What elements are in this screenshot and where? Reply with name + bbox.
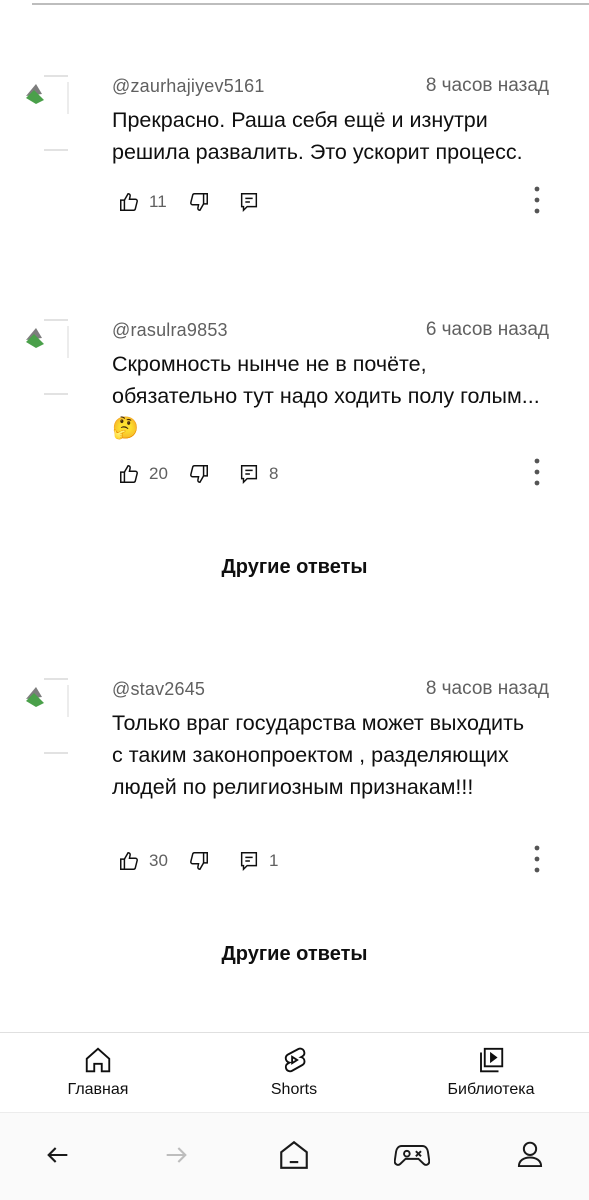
comment-meta: @stav2645 8 часов назад bbox=[112, 677, 549, 701]
thumbs-up-icon bbox=[120, 852, 138, 870]
reply-count: 8 bbox=[269, 464, 279, 483]
system-home-icon bbox=[280, 1140, 308, 1169]
dislike-button[interactable] bbox=[188, 463, 238, 485]
system-navigation-bar bbox=[0, 1112, 589, 1200]
comment-actions: 11 bbox=[118, 186, 549, 216]
comment-author[interactable]: @rasulra9853 bbox=[112, 320, 228, 341]
home-icon bbox=[85, 1047, 111, 1073]
profile-button[interactable] bbox=[510, 1135, 550, 1175]
comment-text: Скромность нынче не в почёте, обязательн… bbox=[112, 352, 540, 440]
top-divider bbox=[0, 0, 589, 8]
more-vertical-icon bbox=[534, 845, 540, 873]
gamepad-icon bbox=[394, 1145, 430, 1166]
comment-time[interactable]: 8 часов назад bbox=[426, 75, 549, 97]
more-button[interactable] bbox=[525, 182, 549, 218]
like-count: 20 bbox=[149, 464, 168, 483]
avatar[interactable] bbox=[22, 677, 70, 757]
thumbs-up-icon bbox=[120, 465, 138, 483]
like-button[interactable]: 30 bbox=[118, 850, 188, 872]
thumbs-down-icon bbox=[190, 852, 208, 870]
like-count: 30 bbox=[149, 851, 168, 870]
comment-author[interactable]: @zaurhajiyev5161 bbox=[112, 76, 265, 97]
profile-icon bbox=[517, 1141, 543, 1168]
tab-library-label: Библиотека bbox=[447, 1081, 535, 1098]
avatar[interactable] bbox=[22, 318, 70, 398]
more-vertical-icon bbox=[534, 186, 540, 214]
reply-comment-icon bbox=[240, 465, 258, 485]
more-button[interactable] bbox=[525, 841, 549, 877]
comment: @zaurhajiyev5161 8 часов назад Прекрасно… bbox=[0, 74, 589, 224]
forward-button[interactable] bbox=[156, 1135, 196, 1175]
comment-text: Прекрасно. Раша себя ещё и изнутри решил… bbox=[112, 108, 523, 164]
library-icon bbox=[480, 1047, 504, 1073]
like-button[interactable]: 20 bbox=[118, 463, 188, 485]
comment-time[interactable]: 8 часов назад bbox=[426, 678, 549, 700]
other-replies-button[interactable]: Другие ответы bbox=[0, 943, 589, 966]
tab-shorts-label: Shorts bbox=[270, 1081, 318, 1098]
dislike-button[interactable] bbox=[188, 191, 238, 213]
back-button[interactable] bbox=[38, 1135, 78, 1175]
tab-home-label: Главная bbox=[67, 1081, 129, 1098]
more-vertical-icon bbox=[534, 458, 540, 486]
dislike-button[interactable] bbox=[188, 850, 238, 872]
comment-author[interactable]: @stav2645 bbox=[112, 679, 205, 700]
reply-comment-icon bbox=[240, 193, 258, 213]
avatar[interactable] bbox=[22, 74, 70, 154]
bottom-navigation: Главная Shorts Библиотека bbox=[0, 1032, 589, 1112]
comment: @stav2645 8 часов назад Только враг госу… bbox=[0, 677, 589, 887]
thumbs-down-icon bbox=[190, 193, 208, 211]
reply-button[interactable]: 1 bbox=[238, 850, 318, 872]
back-arrow-icon bbox=[47, 1147, 68, 1163]
system-home-button[interactable] bbox=[274, 1135, 314, 1175]
reply-button[interactable] bbox=[238, 191, 318, 213]
reply-count: 1 bbox=[269, 851, 279, 870]
tab-library[interactable]: Библиотека bbox=[436, 1045, 546, 1099]
tab-home[interactable]: Главная bbox=[60, 1045, 136, 1099]
more-button[interactable] bbox=[525, 454, 549, 490]
comment: @rasulra9853 6 часов назад Скромность ны… bbox=[0, 318, 589, 498]
shorts-icon bbox=[284, 1047, 306, 1073]
comment-meta: @rasulra9853 6 часов назад bbox=[112, 318, 549, 342]
comment-time[interactable]: 6 часов назад bbox=[426, 319, 549, 341]
reply-button[interactable]: 8 bbox=[238, 463, 318, 485]
tab-shorts[interactable]: Shorts bbox=[256, 1045, 332, 1099]
thumbs-up-icon bbox=[120, 193, 138, 211]
comment-actions: 20 8 bbox=[118, 458, 549, 488]
like-button[interactable]: 11 bbox=[118, 191, 188, 213]
comment-actions: 30 1 bbox=[118, 845, 549, 875]
game-button[interactable] bbox=[392, 1135, 432, 1175]
comment-text: Только враг государства может выходить с… bbox=[112, 711, 525, 799]
other-replies-button[interactable]: Другие ответы bbox=[0, 556, 589, 579]
reply-comment-icon bbox=[240, 852, 258, 872]
forward-arrow-icon bbox=[166, 1147, 187, 1163]
thumbs-down-icon bbox=[190, 465, 208, 483]
comment-meta: @zaurhajiyev5161 8 часов назад bbox=[112, 74, 549, 98]
like-count: 11 bbox=[149, 192, 167, 211]
